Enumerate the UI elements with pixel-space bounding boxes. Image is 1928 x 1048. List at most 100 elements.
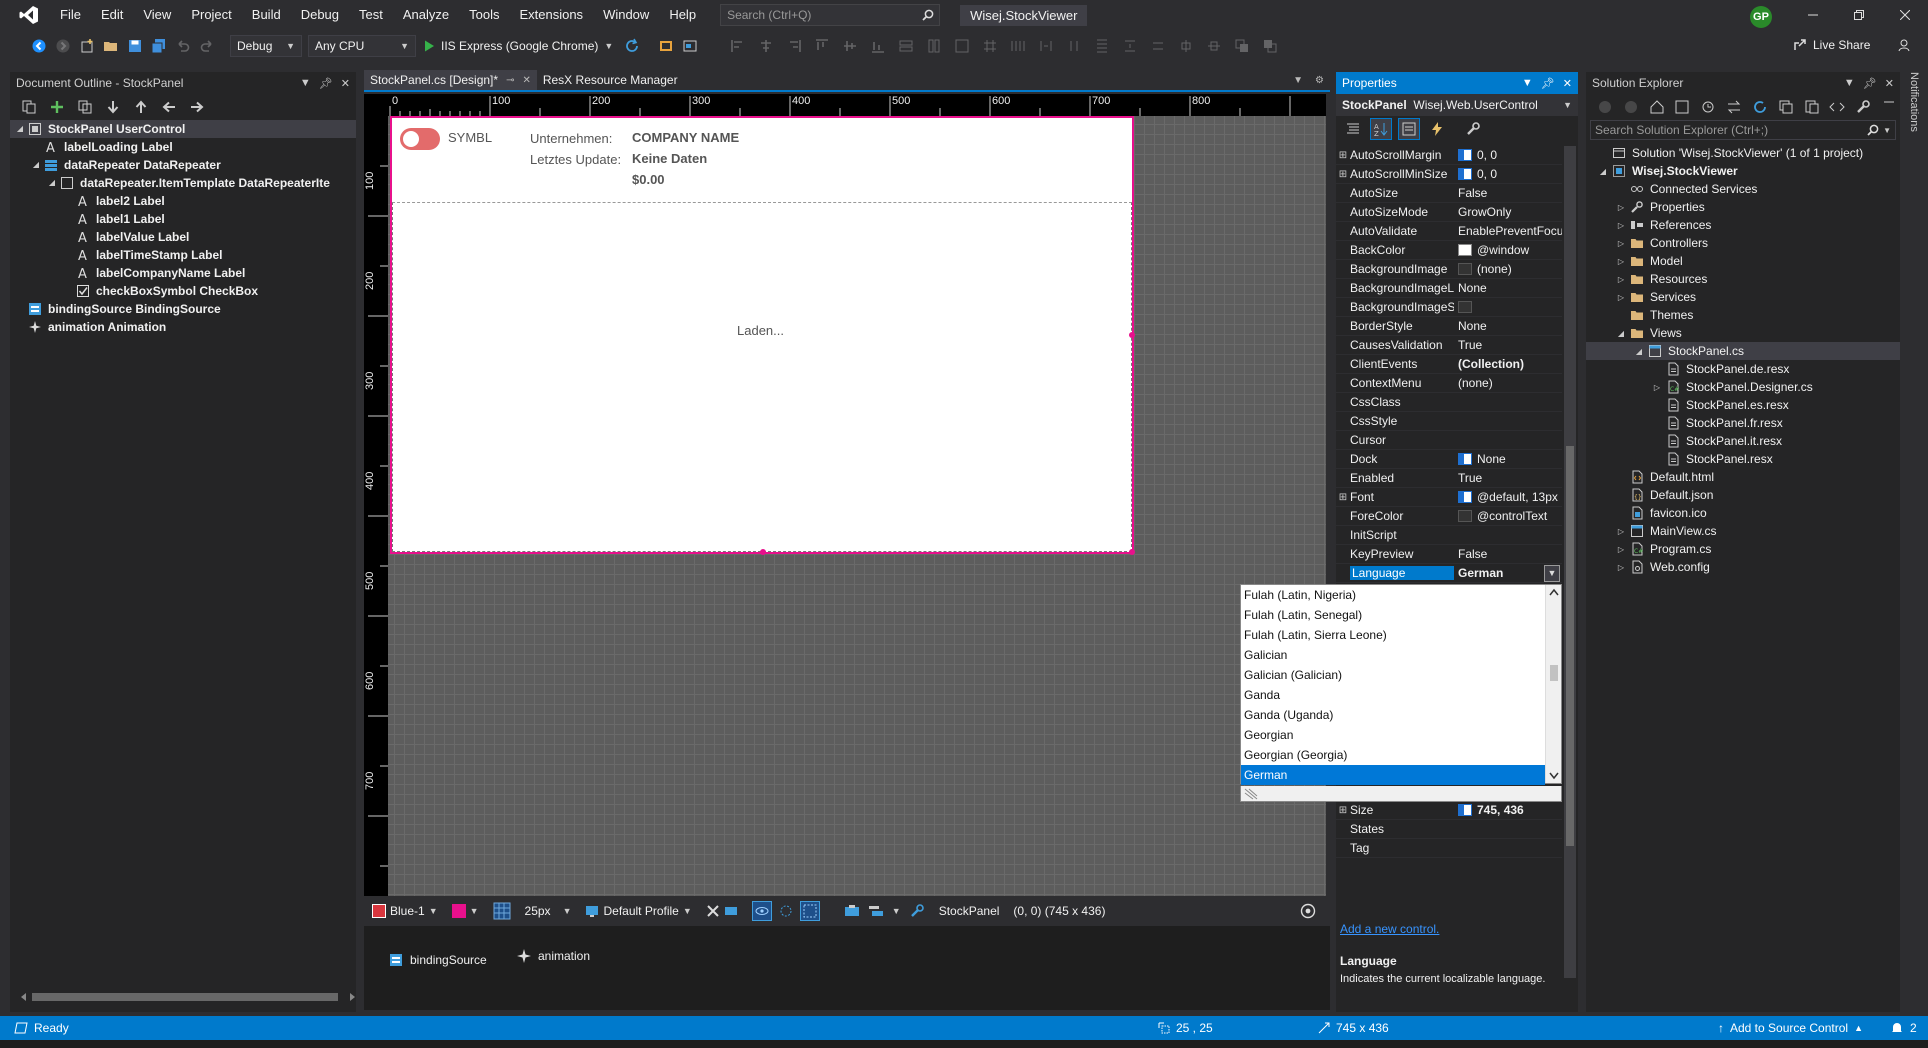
configuration-combo[interactable]: Debug ▼ xyxy=(230,35,302,57)
collapsed-arrow-icon[interactable]: ▷ xyxy=(1614,239,1628,248)
outline-item[interactable]: checkBoxSymbol CheckBox xyxy=(10,282,356,300)
theme-selector[interactable]: Blue-1 ▼ xyxy=(372,904,438,918)
language-value-field[interactable]: German ▼ xyxy=(1454,564,1562,582)
back-icon[interactable] xyxy=(28,35,50,57)
property-row[interactable]: BackgroundImageLayout None xyxy=(1336,279,1562,298)
alphabetical-icon[interactable]: AZ xyxy=(1370,118,1392,140)
language-option[interactable]: Ganda xyxy=(1241,685,1545,705)
solution-item[interactable]: ▷ Model xyxy=(1586,252,1900,270)
sync-with-document-icon[interactable] xyxy=(1725,96,1743,118)
increase-spacing-icon[interactable] xyxy=(1035,35,1057,57)
grid-size-selector[interactable]: 25px ▼ xyxy=(525,904,572,918)
property-value-field[interactable]: None xyxy=(1454,452,1562,466)
run-button[interactable]: IIS Express (Google Chrome) ▼ xyxy=(422,39,613,53)
solution-item[interactable]: ▷ Properties xyxy=(1586,198,1900,216)
property-value-field[interactable]: True xyxy=(1454,338,1562,352)
horizontal-spacing-icon[interactable] xyxy=(1007,35,1029,57)
property-row[interactable]: ⊞ AutoScrollMinSize 0, 0 xyxy=(1336,165,1562,184)
data-repeater-area[interactable]: Laden... xyxy=(392,202,1132,552)
property-row[interactable]: BackgroundImage (none) xyxy=(1336,260,1562,279)
language-option[interactable]: Galician xyxy=(1241,645,1545,665)
property-row[interactable]: Cursor xyxy=(1336,431,1562,450)
menu-help[interactable]: Help xyxy=(659,0,706,30)
solution-item[interactable]: StockPanel.es.resx xyxy=(1586,396,1900,414)
search-box[interactable]: Search (Ctrl+Q) xyxy=(720,4,941,26)
save-all-icon[interactable] xyxy=(148,35,170,57)
properties-wrench-icon[interactable] xyxy=(1854,96,1872,118)
property-row[interactable]: ClientEvents (Collection) xyxy=(1336,355,1562,374)
property-value-field[interactable]: GrowOnly xyxy=(1454,205,1562,219)
collapse-all-icon[interactable] xyxy=(1777,96,1795,118)
language-option[interactable]: Georgian xyxy=(1241,725,1545,745)
collapsed-arrow-icon[interactable]: ▷ xyxy=(1614,275,1628,284)
language-option[interactable]: Galician (Galician) xyxy=(1241,665,1545,685)
forward-icon[interactable] xyxy=(1622,96,1640,118)
property-value-field[interactable]: False xyxy=(1454,547,1562,561)
menu-build[interactable]: Build xyxy=(242,0,291,30)
menu-edit[interactable]: Edit xyxy=(91,0,133,30)
tab-stockpanel-design[interactable]: StockPanel.cs [Design]* ⊸ ✕ xyxy=(364,70,537,90)
expanded-arrow-icon[interactable]: ◢ xyxy=(1596,167,1610,176)
align-tops-icon[interactable] xyxy=(811,35,833,57)
property-row[interactable]: Dock None xyxy=(1336,450,1562,469)
property-row[interactable]: ⊞ Size 745, 436 xyxy=(1336,801,1562,820)
clear-profile-button[interactable] xyxy=(706,904,738,918)
outline-item[interactable]: AlabelTimeStamp Label xyxy=(10,246,356,264)
expand-plus-icon[interactable]: ⊞ xyxy=(1336,150,1350,161)
object-selector[interactable]: StockPanel Wisej.Web.UserControl ▼ xyxy=(1336,94,1578,116)
settings-gear-icon[interactable]: ⚙ xyxy=(1309,70,1330,90)
solution-item[interactable]: Solution 'Wisej.StockViewer' (1 of 1 pro… xyxy=(1586,144,1900,162)
same-size-icon[interactable] xyxy=(951,35,973,57)
outline-item[interactable]: bindingSource BindingSource xyxy=(10,300,356,318)
symbol-toggle-switch[interactable] xyxy=(400,128,440,150)
designer-options-icon[interactable] xyxy=(1300,903,1316,919)
property-row[interactable]: States xyxy=(1336,820,1562,839)
solution-item[interactable]: ▷ References xyxy=(1586,216,1900,234)
property-pages-wrench-icon[interactable] xyxy=(1462,118,1484,140)
menu-analyze[interactable]: Analyze xyxy=(393,0,459,30)
outline-horizontal-scrollbar[interactable] xyxy=(18,990,358,1004)
outline-item[interactable]: Alabel2 Label xyxy=(10,192,356,210)
browser-link-icon[interactable] xyxy=(655,35,677,57)
collapsed-arrow-icon[interactable]: ▷ xyxy=(1614,527,1628,536)
close-icon[interactable]: ✕ xyxy=(1885,77,1894,90)
view-code-icon[interactable] xyxy=(1828,96,1846,118)
select-control-wrench-icon[interactable] xyxy=(909,903,925,919)
menu-file[interactable]: File xyxy=(50,0,91,30)
solution-item[interactable]: ▷ Web.config xyxy=(1586,558,1900,576)
move-right-icon[interactable] xyxy=(186,96,208,118)
copy-icon[interactable] xyxy=(74,96,96,118)
same-width-icon[interactable] xyxy=(895,35,917,57)
add-to-source-control-button[interactable]: ↑ Add to Source Control ▲ xyxy=(1718,1016,1863,1040)
pending-changes-filter-icon[interactable] xyxy=(1699,96,1717,118)
window-position-dropdown-icon[interactable]: ▼ xyxy=(1844,77,1855,90)
window-position-dropdown-icon[interactable]: ▼ xyxy=(300,77,311,90)
property-value-field[interactable]: 0, 0 xyxy=(1454,167,1562,181)
property-value-field[interactable] xyxy=(1454,301,1562,313)
language-option[interactable]: Fulah (Latin, Nigeria) xyxy=(1241,585,1545,605)
notifications-bell-button[interactable]: 2 xyxy=(1890,1016,1917,1040)
property-row[interactable]: AutoSize False xyxy=(1336,184,1562,203)
show-borders-icon[interactable] xyxy=(799,901,820,921)
property-row[interactable]: AutoValidate EnablePreventFocus xyxy=(1336,222,1562,241)
solution-search-input[interactable]: Search Solution Explorer (Ctrl+;) ▼ xyxy=(1590,120,1896,140)
property-row[interactable]: CssClass xyxy=(1336,393,1562,412)
property-value-field[interactable]: False xyxy=(1454,186,1562,200)
property-value-field[interactable]: @controlText xyxy=(1454,509,1562,523)
solution-item[interactable]: ▷ Resources xyxy=(1586,270,1900,288)
center-vertically-icon[interactable] xyxy=(1203,35,1225,57)
property-value-field[interactable]: 745, 436 xyxy=(1454,803,1562,817)
pin-icon[interactable]: 📌︎ xyxy=(319,77,333,90)
collapsed-arrow-icon[interactable]: ▷ xyxy=(1650,383,1664,392)
language-option[interactable]: Georgian (Georgia) xyxy=(1241,745,1545,765)
solution-item[interactable]: ▷ C# Program.cs xyxy=(1586,540,1900,558)
language-option[interactable]: German xyxy=(1241,765,1545,785)
solution-item[interactable]: ◢ Wisej.StockViewer xyxy=(1586,162,1900,180)
resize-handle-corner[interactable] xyxy=(1129,549,1135,555)
property-row[interactable]: Enabled True xyxy=(1336,469,1562,488)
expanded-arrow-icon[interactable]: ◢ xyxy=(14,120,26,138)
pin-icon[interactable]: 📌︎ xyxy=(1863,77,1877,90)
outline-item[interactable]: AlabelCompanyName Label xyxy=(10,264,356,282)
expand-plus-icon[interactable]: ⊞ xyxy=(1336,492,1350,503)
visual-studio-logo-icon[interactable] xyxy=(14,0,44,30)
